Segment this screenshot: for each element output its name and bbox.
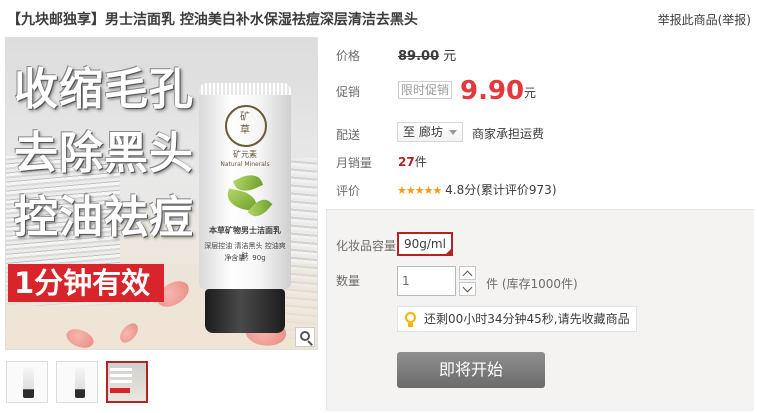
chevron-up-icon bbox=[462, 270, 473, 281]
price-label: 价格 bbox=[336, 49, 361, 63]
promo-badge: 1分钟有效 bbox=[8, 264, 164, 302]
quantity-input[interactable]: 1 bbox=[397, 266, 456, 296]
tube-brand-en: Natural Minerals bbox=[220, 161, 270, 168]
rating-label: 评价 bbox=[336, 184, 361, 198]
shipping-note: 商家承担运费 bbox=[472, 127, 545, 141]
shipping-destination: 至 廊坊 bbox=[403, 125, 443, 139]
report-link[interactable]: 举报此商品(举报) bbox=[658, 11, 751, 28]
chevron-down-icon bbox=[462, 282, 473, 293]
rating: ★★★★★ 4.8分(累计评价973) bbox=[397, 181, 557, 198]
original-price: 89.00 元 bbox=[398, 45, 456, 64]
countdown-tip: 还剩00小时34分钟45秒,请先收藏商品 bbox=[397, 306, 637, 332]
shipping-label: 配送 bbox=[336, 128, 361, 142]
quantity-increase-button[interactable] bbox=[459, 266, 476, 281]
promo-line-3: 控油祛痘 bbox=[14, 192, 194, 243]
tube-net-content: 净含量：90g bbox=[224, 254, 266, 262]
stock-info: 件 (库存1000件) bbox=[486, 277, 578, 291]
sales-unit: 件 bbox=[414, 155, 427, 169]
coming-soon-button[interactable]: 即将开始 bbox=[397, 352, 545, 388]
spec-option-value: 90g/ml bbox=[404, 237, 446, 251]
spec-label: 化妆品容量 bbox=[336, 239, 397, 253]
spec-option-90g[interactable]: 90g/ml bbox=[397, 232, 453, 256]
tube-brand-cn: 矿元素 bbox=[233, 150, 257, 159]
promo-price-unit: 元 bbox=[524, 86, 537, 100]
promo-line-2: 去除黑头 bbox=[14, 128, 194, 179]
sales-count: 27 bbox=[398, 155, 415, 169]
magnifier-icon[interactable] bbox=[295, 327, 315, 347]
promo-price: 9.90 bbox=[460, 76, 525, 106]
thumbnail-3[interactable] bbox=[106, 361, 148, 403]
star-rating-icon: ★★★★★ bbox=[397, 184, 442, 197]
thumbnail-1[interactable] bbox=[6, 361, 48, 403]
monthly-sales: 27件 bbox=[398, 153, 427, 170]
promo-line-1: 收缩毛孔 bbox=[14, 64, 194, 115]
rating-score: 4.8分 bbox=[445, 183, 477, 197]
tube-cap bbox=[205, 289, 285, 333]
original-price-unit: 元 bbox=[443, 49, 457, 64]
thumbnail-2[interactable] bbox=[56, 361, 98, 403]
check-icon bbox=[444, 248, 452, 255]
product-title: 【九块邮独享】男士洁面乳 控油美白补水保湿祛痘深层清洁去黑头 bbox=[7, 12, 418, 28]
promo-label: 促销 bbox=[336, 85, 361, 99]
lightbulb-icon bbox=[405, 312, 416, 323]
main-product-image[interactable]: 矿 草 矿元素 Natural Minerals 本草矿物男士洁面乳 深层控油 … bbox=[5, 37, 318, 350]
sales-label: 月销量 bbox=[336, 156, 373, 170]
original-price-value: 89.00 bbox=[398, 49, 440, 64]
quantity-decrease-button[interactable] bbox=[459, 282, 476, 296]
shipping-destination-select[interactable]: 至 廊坊 bbox=[397, 122, 463, 142]
product-tube: 矿 草 矿元素 Natural Minerals 本草矿物男士洁面乳 深层控油 … bbox=[199, 83, 291, 333]
tube-product-name: 本草矿物男士洁面乳 bbox=[209, 226, 281, 235]
promo-tag: 限时促销 bbox=[398, 81, 453, 99]
logo-char-bottom: 草 bbox=[240, 125, 250, 136]
countdown-text: 还剩00小时34分钟45秒,请先收藏商品 bbox=[424, 312, 630, 326]
quantity-label: 数量 bbox=[336, 274, 361, 288]
chevron-down-icon bbox=[449, 130, 457, 135]
rating-total-link[interactable]: (累计评价973) bbox=[476, 183, 556, 197]
